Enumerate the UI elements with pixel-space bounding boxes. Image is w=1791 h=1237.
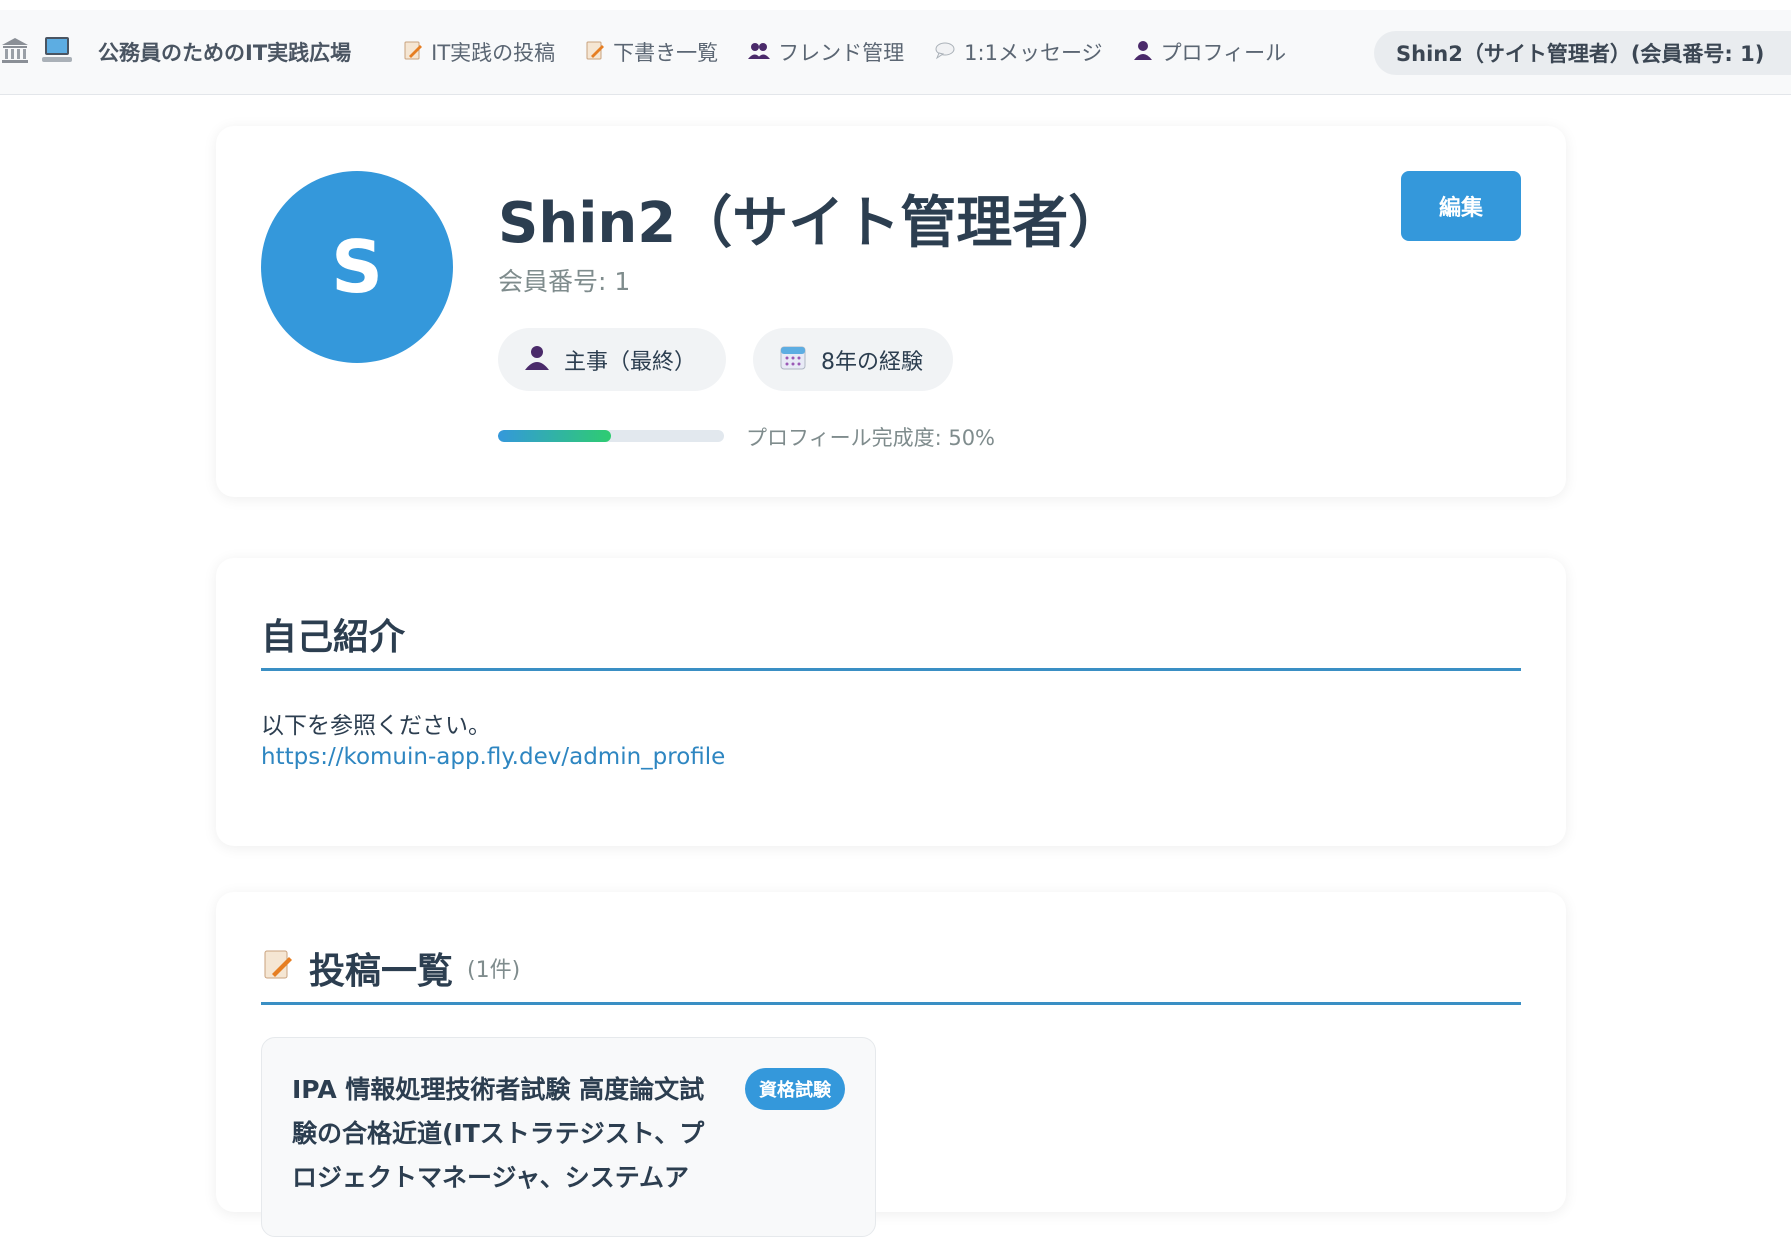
brand[interactable]: 公務員のためのIT実践広場 — [0, 33, 351, 71]
site-title: 公務員のためのIT実践広場 — [98, 41, 352, 65]
nav-item-messages[interactable]: 1:1メッセージ — [934, 37, 1103, 67]
memo-icon — [261, 947, 295, 990]
laptop-icon — [40, 33, 74, 71]
edit-button[interactable]: 編集 — [1401, 171, 1521, 241]
section-title: 自己紹介 — [261, 617, 406, 658]
post-title[interactable]: IPA 情報処理技術者試験 高度論文試験の合格近道(ITストラテジスト、プロジェ… — [292, 1068, 722, 1200]
section-title: 投稿一覧 (1件) — [261, 942, 520, 994]
posts-card: 投稿一覧 (1件) IPA 情報処理技術者試験 高度論文試験の合格近道(ITスト… — [216, 892, 1566, 1237]
profile-name: Shin2（サイト管理者） — [498, 191, 1125, 256]
profile-completion-label: プロフィール完成度: 50% — [746, 426, 996, 450]
experience-tag: 8年の経験 — [753, 328, 953, 391]
user-menu[interactable]: Shin2（サイト管理者）(会員番号: 1) — [1374, 31, 1791, 75]
person-icon — [1133, 40, 1153, 65]
category-badge: 資格試験 — [745, 1068, 845, 1110]
memo-icon — [585, 40, 605, 65]
government-building-icon — [0, 35, 30, 69]
avatar: S — [261, 171, 453, 363]
memo-icon — [403, 40, 423, 65]
people-icon — [748, 40, 771, 65]
profile-completion-fill — [498, 430, 611, 442]
section-divider — [261, 668, 1521, 671]
profile-card: S Shin2（サイト管理者） 会員番号: 1 主事（最終） 8年の経験 プロフ… — [216, 126, 1566, 497]
role-tag: 主事（最終） — [498, 328, 727, 391]
nav-item-post[interactable]: IT実践の投稿 — [403, 37, 555, 67]
member-number: 会員番号: 1 — [498, 267, 631, 296]
main-nav: IT実践の投稿 下書き一覧 フレンド管理 1:1メッセージ プロフィール — [403, 37, 1286, 67]
calendar-icon — [779, 343, 807, 377]
intro-text: 以下を参照ください。 — [261, 713, 491, 739]
section-divider — [261, 1002, 1521, 1005]
speech-bubble-icon — [934, 40, 956, 65]
nav-item-profile[interactable]: プロフィール — [1133, 37, 1286, 67]
self-intro-card: 自己紹介 以下を参照ください。 https://komuin-app.fly.d… — [216, 558, 1566, 846]
person-icon — [524, 344, 550, 376]
posts-count: (1件) — [467, 958, 521, 983]
post-card[interactable]: IPA 情報処理技術者試験 高度論文試験の合格近道(ITストラテジスト、プロジェ… — [261, 1037, 876, 1237]
intro-link[interactable]: https://komuin-app.fly.dev/admin_profile — [261, 744, 725, 770]
nav-item-friends[interactable]: フレンド管理 — [748, 37, 904, 67]
top-navbar: 公務員のためのIT実践広場 IT実践の投稿 下書き一覧 フレンド管理 1:1メッ… — [0, 10, 1791, 95]
profile-completion-bar — [498, 430, 724, 442]
nav-item-drafts[interactable]: 下書き一覧 — [585, 37, 718, 67]
